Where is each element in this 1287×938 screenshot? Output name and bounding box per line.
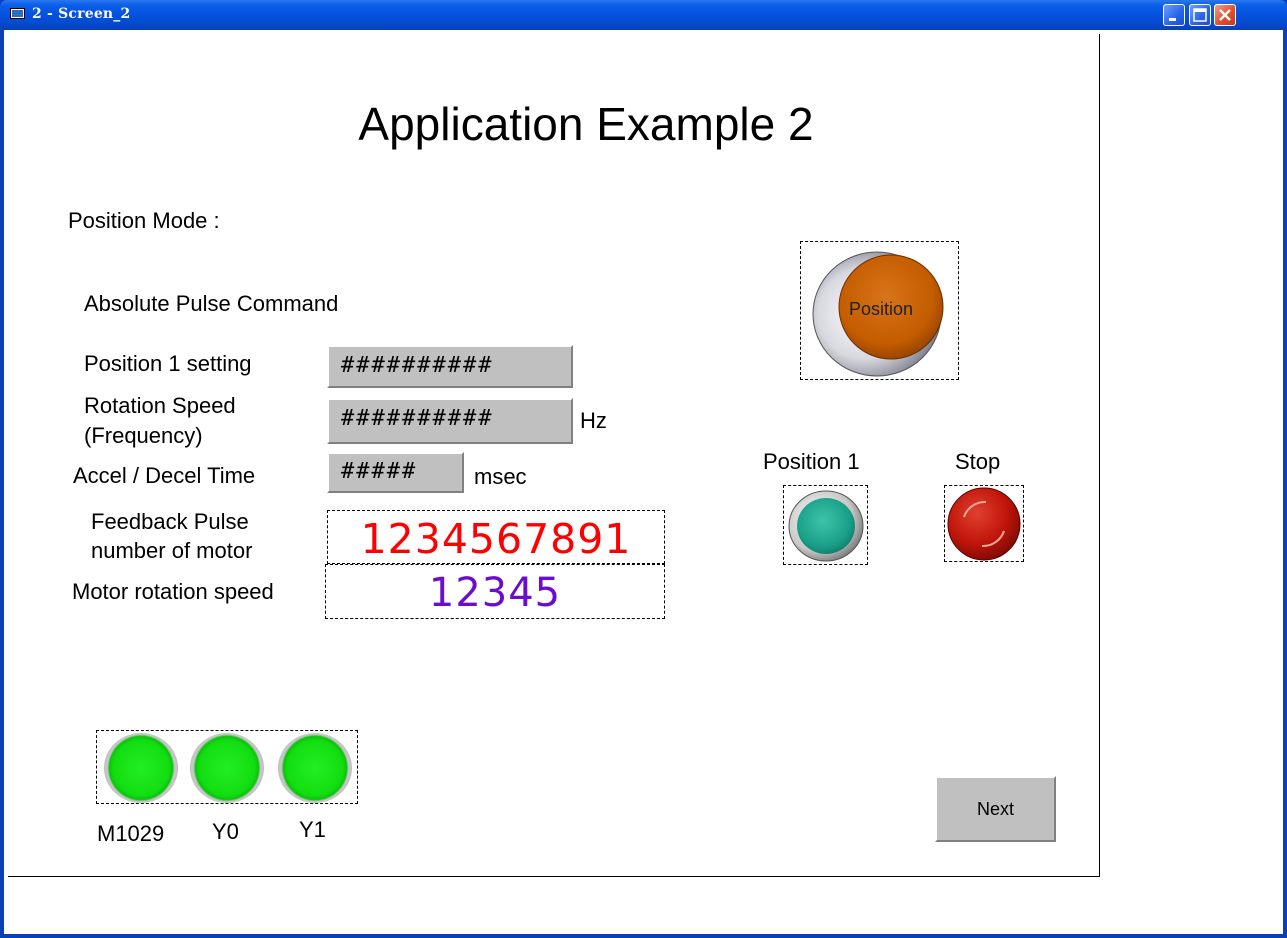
position1-setting-label: Position 1 setting (84, 351, 252, 376)
position1-setting-input[interactable]: ########## (327, 345, 573, 388)
position-button-label: Position (848, 299, 914, 319)
position-button[interactable]: Position (800, 241, 959, 380)
position1-button[interactable] (783, 485, 868, 565)
position1-button-label: Position 1 (763, 449, 860, 474)
lamp-y1 (278, 733, 352, 803)
lamp-m1029 (104, 733, 178, 803)
minimize-button[interactable] (1163, 4, 1185, 26)
stop-button[interactable] (944, 485, 1024, 562)
title-bar[interactable]: 2 - Screen_2 (0, 0, 1287, 30)
rotation-speed-label: Rotation Speed (84, 393, 236, 418)
position-mode-label: Position Mode : (68, 208, 220, 233)
motor-speed-display: 12345 (428, 570, 562, 616)
rotation-speed-input[interactable]: ########## (327, 398, 573, 444)
lamp-y0 (190, 733, 264, 803)
next-button[interactable]: Next (935, 776, 1056, 842)
close-icon (1219, 9, 1231, 21)
stop-button-graphic (947, 487, 1021, 561)
close-button[interactable] (1214, 4, 1236, 26)
msec-unit-label: msec (474, 464, 527, 489)
stop-button-label: Stop (955, 449, 1001, 474)
page-title: Application Example 2 (358, 98, 814, 150)
lamp-y0-label: Y0 (212, 819, 239, 844)
feedback-motor-label: number of motor (91, 538, 253, 563)
accel-decel-input[interactable]: ##### (327, 452, 464, 493)
position1-button-graphic (788, 490, 864, 562)
feedback-pulse-label: Feedback Pulse (91, 509, 249, 534)
maximize-icon (1193, 8, 1207, 22)
accel-decel-label: Accel / Decel Time (73, 463, 256, 488)
lamp-y1-label: Y1 (299, 817, 326, 842)
feedback-pulse-display: 1234567891 (360, 515, 632, 563)
absolute-pulse-label: Absolute Pulse Command (84, 291, 339, 316)
frequency-label: (Frequency) (84, 423, 203, 448)
window-title: 2 - Screen_2 (32, 6, 131, 22)
maximize-button[interactable] (1189, 4, 1211, 26)
hz-unit-label: Hz (580, 408, 607, 433)
minimize-icon (1169, 18, 1176, 21)
lamp-m1029-label: M1029 (97, 821, 165, 846)
screen-icon (10, 8, 25, 19)
motor-speed-label: Motor rotation speed (72, 579, 274, 604)
